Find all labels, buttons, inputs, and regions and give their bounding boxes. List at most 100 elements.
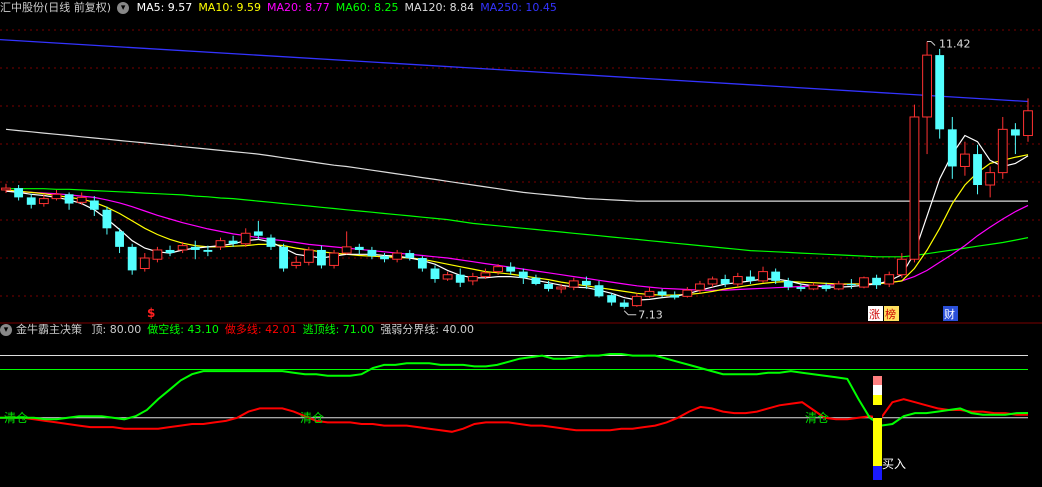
candle-body bbox=[317, 249, 326, 266]
candle-body bbox=[480, 272, 491, 278]
candle-body bbox=[758, 271, 768, 282]
candle-body bbox=[303, 249, 314, 263]
candle-body bbox=[266, 237, 276, 247]
candle-body bbox=[26, 197, 36, 205]
buy-signal-bar bbox=[873, 376, 882, 385]
candle-body bbox=[51, 193, 62, 200]
candle-body bbox=[657, 291, 667, 296]
candle-body bbox=[417, 258, 427, 269]
ma120-line bbox=[5, 128, 1028, 202]
candle-body bbox=[884, 274, 895, 285]
candle-body bbox=[631, 295, 642, 307]
candle-body bbox=[493, 266, 503, 273]
candle-body bbox=[896, 258, 907, 276]
low-price-label: 7.13 bbox=[638, 309, 663, 322]
candle-body bbox=[152, 249, 163, 260]
candle-body bbox=[405, 253, 415, 258]
high-price-label: 11.42 bbox=[939, 38, 971, 51]
candle-body bbox=[354, 246, 364, 250]
candle-body bbox=[380, 256, 389, 260]
candle-body bbox=[177, 245, 188, 251]
high-pointer bbox=[927, 41, 936, 46]
candle-body bbox=[707, 278, 718, 285]
buy-signal-bar bbox=[873, 395, 882, 405]
ma60-line bbox=[6, 188, 1029, 258]
candle-body bbox=[215, 240, 226, 248]
candle-body bbox=[922, 54, 932, 118]
candle-body bbox=[392, 252, 403, 260]
candle-body bbox=[203, 249, 213, 252]
candle-body bbox=[568, 280, 579, 288]
candle-body bbox=[1, 187, 11, 191]
candle-body bbox=[329, 252, 339, 266]
ma10-line bbox=[5, 154, 1029, 296]
buy-signal-bar bbox=[873, 433, 882, 466]
candle-body bbox=[76, 196, 87, 203]
low-pointer bbox=[623, 310, 637, 316]
candle-body bbox=[682, 289, 693, 297]
candle-body bbox=[341, 246, 352, 254]
buy-signal-bar bbox=[873, 405, 882, 418]
candle-body bbox=[291, 261, 302, 266]
candle-body bbox=[165, 249, 175, 254]
candle-body bbox=[102, 209, 112, 229]
candle-body bbox=[38, 198, 49, 205]
candle-body bbox=[771, 271, 781, 281]
candle-body bbox=[518, 271, 528, 278]
candle-body bbox=[581, 280, 591, 286]
clear-position-label: 清仓 bbox=[805, 411, 829, 425]
candle-body bbox=[872, 277, 882, 286]
candle-body bbox=[644, 290, 655, 297]
moving-average-lines bbox=[0, 39, 1029, 301]
candle-body bbox=[783, 280, 793, 288]
candle-body bbox=[973, 154, 982, 186]
candle-body bbox=[746, 276, 755, 281]
candle-body bbox=[89, 200, 99, 210]
candle-body bbox=[14, 188, 24, 198]
candle-body bbox=[594, 285, 604, 297]
dollar-marker: $ bbox=[147, 306, 155, 320]
candle-body bbox=[935, 55, 945, 130]
buy-signal-bar bbox=[873, 385, 882, 395]
main-chart-annotations: 11.42 7.13 $ 涨榜 财 bbox=[147, 38, 971, 322]
candle-body bbox=[808, 284, 819, 290]
candle-body bbox=[959, 153, 970, 167]
candle-body bbox=[240, 232, 251, 245]
candle-body bbox=[556, 286, 567, 290]
candle-body bbox=[367, 249, 377, 257]
candle-body bbox=[720, 279, 730, 284]
candle-body bbox=[909, 116, 920, 260]
candle-body bbox=[1023, 110, 1033, 137]
candle-body bbox=[228, 240, 238, 244]
cai-marker: 财 bbox=[944, 307, 955, 321]
candle-body bbox=[619, 302, 629, 307]
candle-body bbox=[64, 194, 74, 204]
candle-body bbox=[455, 274, 465, 283]
clear-position-label: 清仓 bbox=[300, 411, 324, 425]
clear-position-label: 清仓 bbox=[4, 411, 28, 425]
candle-body bbox=[190, 246, 200, 250]
candle-body bbox=[127, 246, 137, 271]
candle-body bbox=[253, 231, 263, 236]
candle-body bbox=[430, 268, 440, 280]
candle-body bbox=[607, 295, 617, 303]
indicator-pane: 清仓 清仓 清仓买入 bbox=[0, 353, 1029, 480]
candle-body bbox=[467, 276, 478, 282]
candle-body bbox=[442, 274, 453, 280]
candle-body bbox=[796, 287, 806, 289]
candle-body bbox=[1010, 129, 1020, 136]
candle-body bbox=[985, 172, 996, 186]
candle-body bbox=[997, 128, 1008, 174]
candle-body bbox=[947, 129, 957, 167]
ma250-line bbox=[0, 39, 1029, 103]
candle-body bbox=[670, 295, 680, 298]
bang-marker: 榜 bbox=[885, 307, 896, 321]
candle-body bbox=[859, 277, 869, 288]
candle-body bbox=[821, 285, 831, 289]
candle-body bbox=[846, 283, 856, 286]
candle-body bbox=[139, 257, 150, 270]
candle-body bbox=[115, 231, 124, 247]
candle-body bbox=[695, 283, 705, 291]
buy-signal-bar bbox=[873, 418, 882, 433]
stock-chart[interactable]: 11.42 7.13 $ 涨榜 财 清仓 清仓 清仓买入 bbox=[0, 0, 1042, 487]
